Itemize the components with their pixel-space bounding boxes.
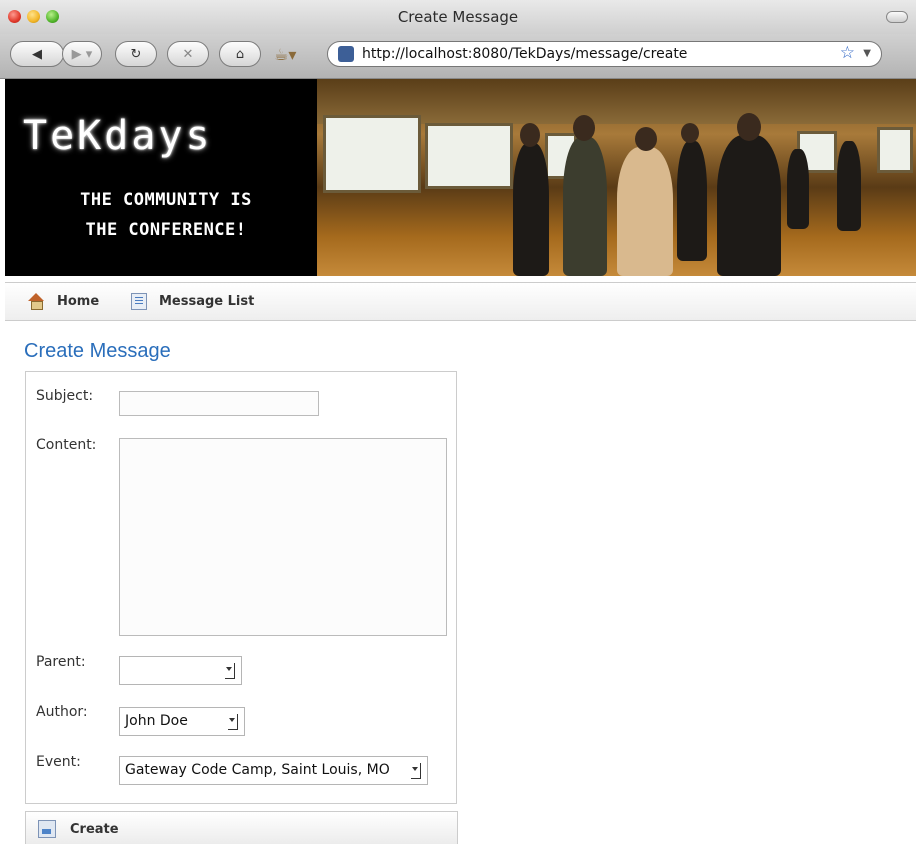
star-icon[interactable]: ☆ [840,43,855,63]
nav-message-list-link[interactable]: Message List [131,293,254,310]
stop-button[interactable]: ✕ [167,41,209,67]
subject-label: Subject: [36,388,94,404]
forward-button[interactable]: ▶ ▾ [62,41,102,67]
stop-icon: ✕ [182,46,194,62]
nav-bar: Home Message List [5,282,916,321]
create-message-form: Subject: Content: Parent: Author: John D… [25,371,457,804]
subject-input[interactable] [119,391,319,416]
nav-message-list-label: Message List [159,294,255,309]
url-text[interactable]: http://localhost:8080/TekDays/message/cr… [362,46,687,62]
home-icon [27,293,45,310]
author-select[interactable]: John Doe [119,707,245,736]
forward-icon: ▶ ▾ [71,46,93,62]
chevron-down-icon [225,663,235,679]
create-button-label: Create [70,821,119,837]
nav-home-label: Home [57,293,100,309]
reload-button[interactable]: ↻ [115,41,157,67]
address-bar[interactable]: http://localhost:8080/TekDays/message/cr… [327,41,882,67]
event-select[interactable]: Gateway Code Camp, Saint Louis, MO [119,756,428,785]
chevron-down-icon [411,763,421,779]
reload-icon: ↻ [130,46,142,62]
form-buttons-bar: Create [25,811,458,844]
chevron-down-icon [228,714,238,730]
parent-select[interactable] [119,656,242,685]
window-titlebar: Create Message [0,0,916,35]
browser-toolbar: ◀ ▶ ▾ ↻ ✕ ⌂ ☕▾ http://localhost:8080/Tek… [0,34,916,79]
event-select-value: Gateway Code Camp, Saint Louis, MO [125,762,390,778]
toolbar-toggle-button[interactable] [886,11,908,23]
save-icon [38,820,56,838]
event-label: Event: [36,754,81,770]
coffee-icon[interactable]: ☕▾ [274,45,296,64]
author-select-value: John Doe [125,713,188,729]
site-tagline: THE COMMUNITY IS THE CONFERENCE! [31,185,301,245]
back-icon: ◀ [32,46,42,62]
content-textarea[interactable] [119,438,447,636]
list-icon [131,293,147,310]
chevron-down-icon[interactable]: ▼ [863,48,871,59]
window-title: Create Message [397,8,519,26]
content-label: Content: [36,437,97,453]
parent-label: Parent: [36,654,86,670]
home-icon: ⌂ [235,46,245,62]
tagline-line-1: THE COMMUNITY IS [80,190,252,210]
create-button[interactable]: Create [38,820,119,838]
site-banner: TeKdays THE COMMUNITY IS THE CONFERENCE! [5,79,916,276]
site-logo: TeKdays [23,113,213,159]
banner-photo [317,79,916,276]
browser-home-button[interactable]: ⌂ [219,41,261,67]
page-title: Create Message [24,340,171,362]
back-button[interactable]: ◀ [10,41,64,67]
nav-home-link[interactable]: Home [27,293,100,310]
author-label: Author: [36,704,88,720]
tagline-line-2: THE CONFERENCE! [85,220,247,240]
site-icon [338,46,354,62]
